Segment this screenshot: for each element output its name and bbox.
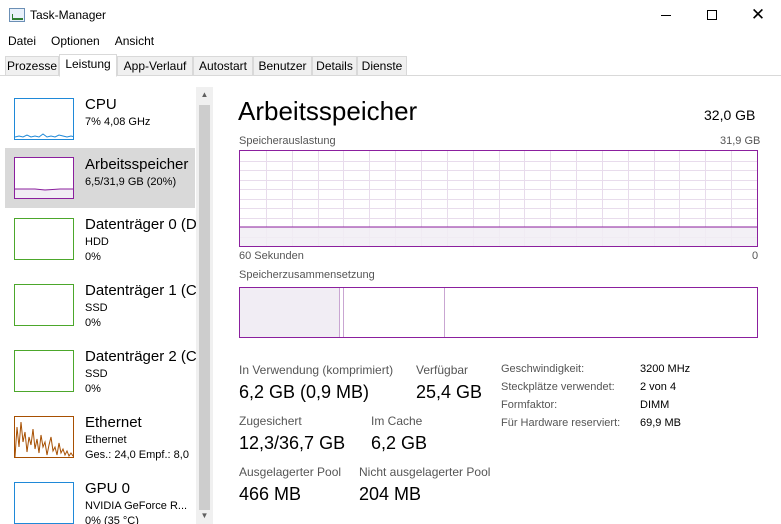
- composition-graph-label: Speicherzusammensetzung: [239, 269, 375, 281]
- tab-autostart[interactable]: Autostart: [193, 56, 253, 76]
- menu-bar: Datei Optionen Ansicht: [0, 32, 161, 50]
- total-memory: 32,0 GB: [704, 107, 756, 123]
- stat-label-cached: Im Cache: [371, 414, 423, 428]
- resource-name: Arbeitsspeicher: [85, 156, 189, 173]
- resource-list: CPU 7% 4,08 GHz Arbeitsspeicher 6,5/31,9…: [0, 77, 213, 524]
- resource-detail: HDD: [85, 236, 109, 248]
- composition-in-use: [240, 288, 341, 337]
- resource-detail: SSD: [85, 368, 108, 380]
- tab-app-verlauf[interactable]: App-Verlauf: [117, 56, 193, 76]
- menu-ansicht[interactable]: Ansicht: [107, 32, 161, 50]
- scroll-thumb[interactable]: [199, 105, 210, 510]
- page-title: Arbeitsspeicher: [238, 96, 418, 126]
- stat-value-nonpaged-pool: 204 MB: [359, 484, 422, 504]
- resource-detail: SSD: [85, 302, 108, 314]
- resource-item-ethernet[interactable]: Ethernet Ethernet Ges.: 24,0 Empf.: 8,0: [5, 406, 195, 466]
- resource-detail: 0% (35 °C): [85, 515, 139, 524]
- resource-detail: 0%: [85, 383, 101, 395]
- sidebar-scrollbar[interactable]: ▲ ▼: [196, 87, 213, 524]
- resource-item-gpu-0[interactable]: GPU 0 NVIDIA GeForce R... 0% (35 °C): [5, 472, 195, 524]
- resource-detail: NVIDIA GeForce R...: [85, 500, 188, 512]
- cpu-graph-icon: [14, 98, 74, 140]
- stat-value-committed: 12,3/36,7 GB: [239, 433, 346, 453]
- usage-fill: [240, 227, 757, 246]
- stat-label-paged-pool: Ausgelagerter Pool: [239, 465, 342, 479]
- minimize-button[interactable]: [643, 0, 689, 30]
- menu-datei[interactable]: Datei: [0, 32, 43, 50]
- resource-name: Ethernet: [85, 414, 142, 431]
- resource-item-disk-2[interactable]: Datenträger 2 (C SSD 0%: [5, 340, 197, 400]
- close-icon: ✕: [750, 4, 766, 25]
- tab-prozesse[interactable]: Prozesse: [5, 56, 59, 76]
- spec-value-hw-reserved: 69,9 MB: [640, 417, 681, 429]
- resource-name: Datenträger 0 (D: [85, 216, 197, 233]
- resource-item-disk-1[interactable]: Datenträger 1 (C SSD 0%: [5, 274, 197, 334]
- spec-label-hw-reserved: Für Hardware reserviert:: [501, 417, 621, 429]
- stat-label-nonpaged-pool: Nicht ausgelagerter Pool: [359, 465, 491, 479]
- resource-name: Datenträger 2 (C: [85, 348, 197, 365]
- maximize-icon: [707, 10, 717, 20]
- tab-dienste[interactable]: Dienste: [357, 56, 407, 76]
- stat-label-committed: Zugesichert: [239, 414, 302, 428]
- spec-value-speed: 3200 MHz: [640, 363, 691, 375]
- time-end-label: 0: [752, 250, 759, 262]
- resource-item-disk-0[interactable]: Datenträger 0 (D HDD 0%: [5, 208, 197, 268]
- spec-label-speed: Geschwindigkeit:: [501, 363, 585, 375]
- scroll-down-arrow-icon[interactable]: ▼: [196, 508, 213, 524]
- tab-leistung[interactable]: Leistung: [59, 54, 117, 77]
- stat-value-in-use: 6,2 GB (0,9 MB): [239, 382, 370, 402]
- usage-graph-label: Speicherauslastung: [239, 135, 336, 147]
- title-bar[interactable]: Task-Manager ✕: [0, 0, 781, 30]
- stat-value-cached: 6,2 GB: [371, 433, 428, 453]
- resource-item-cpu[interactable]: CPU 7% 4,08 GHz: [5, 87, 195, 147]
- close-button[interactable]: ✕: [735, 0, 781, 30]
- stat-value-paged-pool: 466 MB: [239, 484, 302, 504]
- resource-detail: 6,5/31,9 GB (20%): [85, 176, 177, 188]
- composition-standby: [344, 288, 445, 337]
- gpu-graph-icon: [14, 482, 74, 524]
- stat-label-available: Verfügbar: [416, 363, 469, 377]
- scroll-up-arrow-icon[interactable]: ▲: [196, 87, 213, 103]
- spec-value-form-factor: DIMM: [640, 399, 670, 411]
- resource-detail: Ethernet: [85, 434, 127, 446]
- resource-name: GPU 0: [85, 480, 131, 497]
- resource-item-memory[interactable]: Arbeitsspeicher 6,5/31,9 GB (20%): [5, 148, 195, 208]
- resource-name: Datenträger 1 (C: [85, 282, 197, 299]
- resource-detail: Ges.: 24,0 Empf.: 8,0: [85, 449, 189, 461]
- resource-name: CPU: [85, 96, 117, 113]
- memory-composition-graph: [239, 287, 758, 338]
- disk-graph-icon: [14, 284, 74, 326]
- disk-graph-icon: [14, 218, 74, 260]
- stat-value-available: 25,4 GB: [416, 382, 483, 402]
- minimize-icon: [661, 14, 671, 16]
- task-manager-icon: [9, 8, 25, 22]
- time-range-label: 60 Sekunden: [239, 250, 304, 262]
- tab-strip: Prozesse Leistung App-Verlauf Autostart …: [0, 54, 781, 77]
- spec-label-slots: Steckplätze verwendet:: [501, 381, 615, 393]
- maximize-button[interactable]: [689, 0, 735, 30]
- menu-optionen[interactable]: Optionen: [43, 32, 107, 50]
- resource-detail: 0%: [85, 251, 101, 263]
- resource-detail: 0%: [85, 317, 101, 329]
- spec-label-form-factor: Formfaktor:: [501, 399, 558, 411]
- tab-details[interactable]: Details: [312, 56, 357, 76]
- tab-benutzer[interactable]: Benutzer: [253, 56, 312, 76]
- stat-label-in-use: In Verwendung (komprimiert): [239, 363, 394, 377]
- memory-graph-icon: [14, 157, 74, 199]
- window-title: Task-Manager: [30, 8, 107, 22]
- usage-graph-max: 31,9 GB: [720, 135, 761, 147]
- composition-free: [444, 288, 757, 337]
- spec-value-slots: 2 von 4: [640, 381, 677, 393]
- ethernet-graph-icon: [14, 416, 74, 458]
- disk-graph-icon: [14, 350, 74, 392]
- memory-usage-graph: [239, 150, 758, 247]
- resource-detail: 7% 4,08 GHz: [85, 116, 151, 128]
